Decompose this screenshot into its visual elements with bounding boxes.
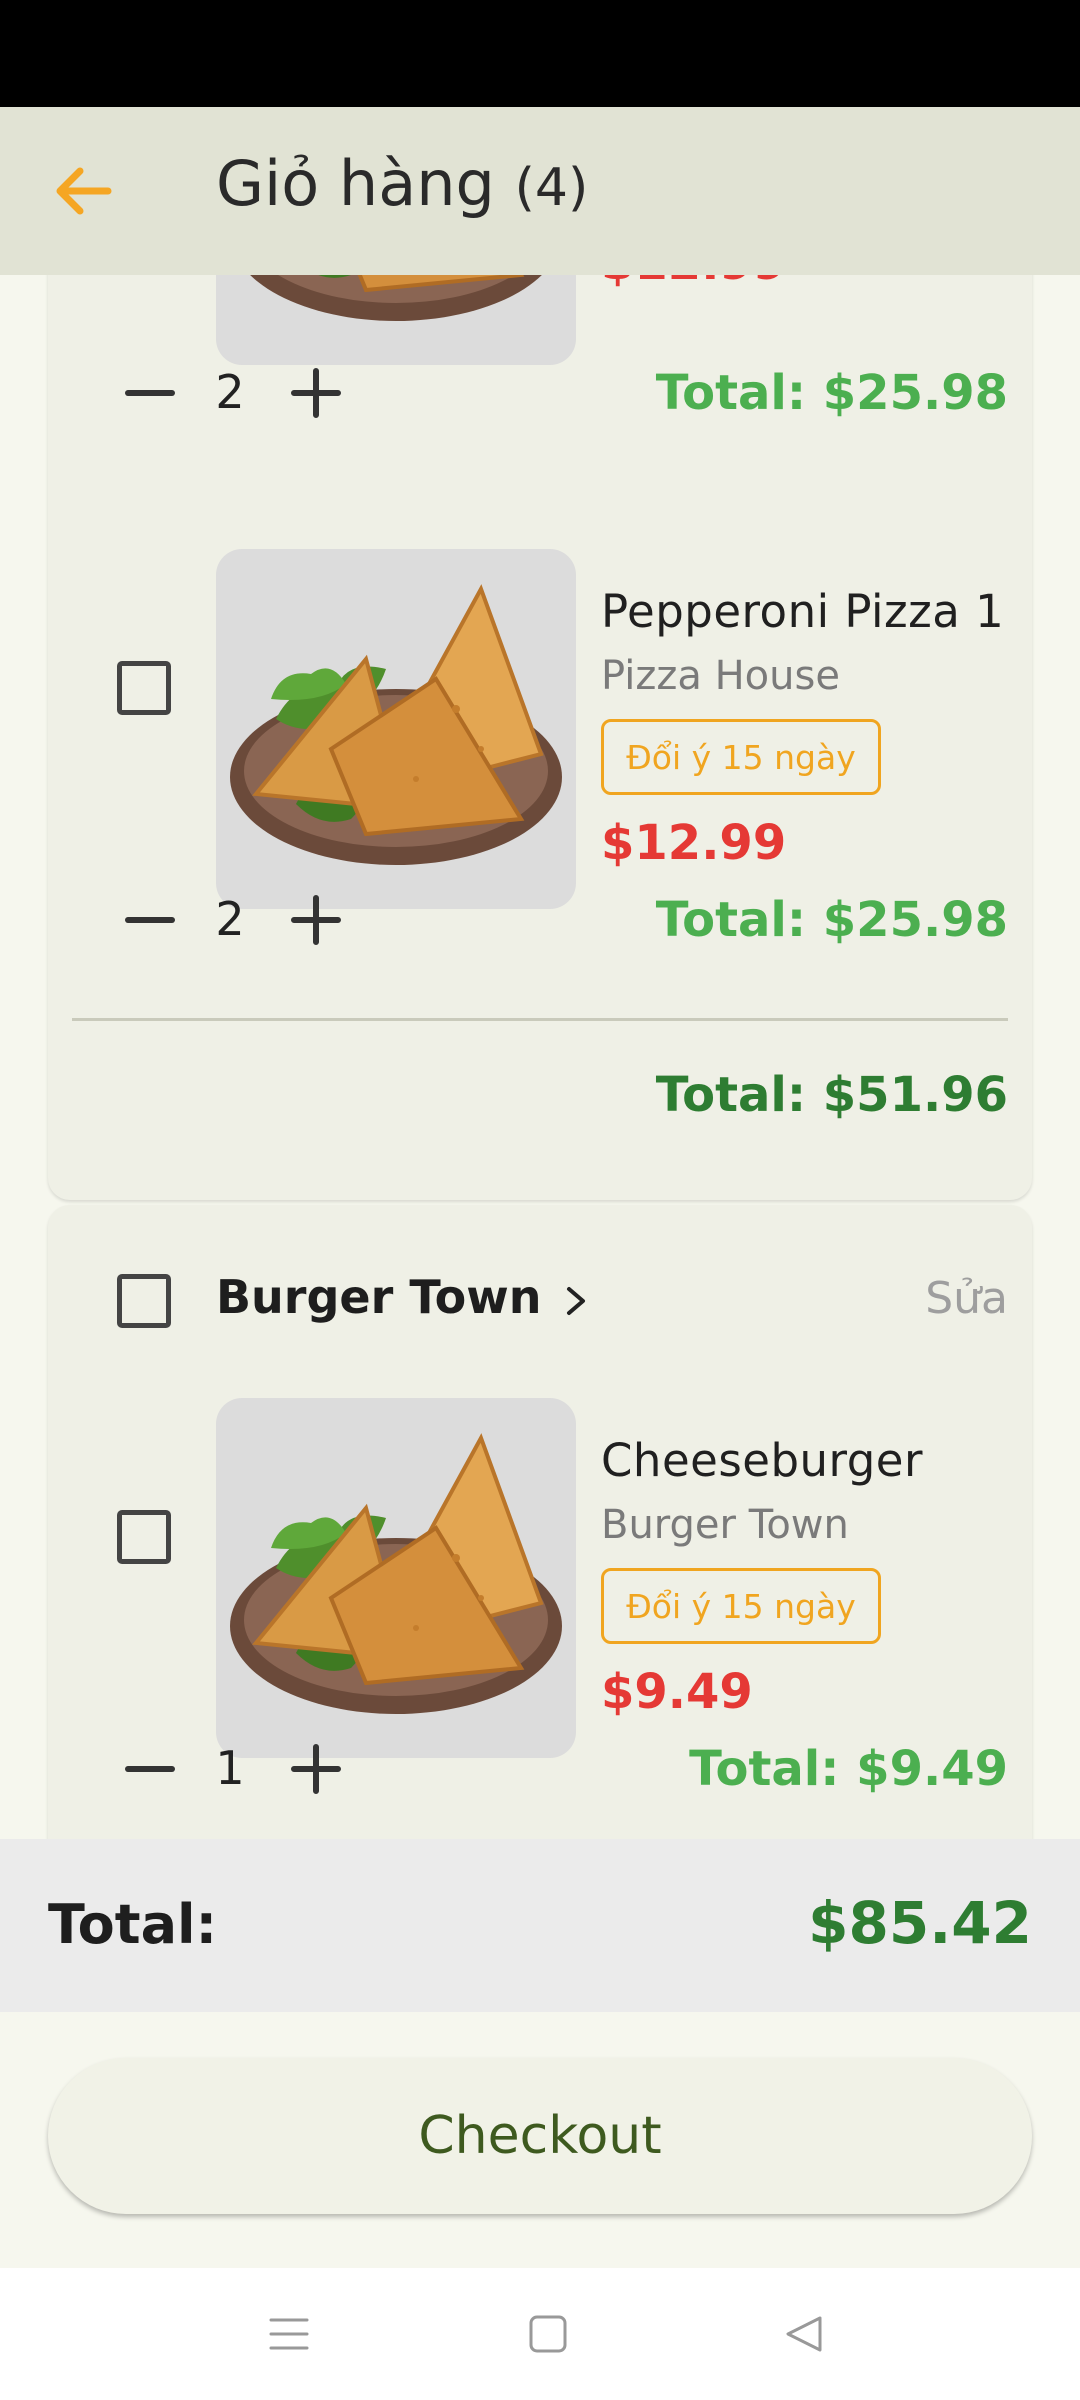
system-nav-bar (0, 2268, 1080, 2400)
line-total: Total: $25.98 (655, 892, 1008, 948)
decrease-quantity-button[interactable] (120, 363, 180, 423)
item-price: $12.99 (601, 275, 786, 291)
increase-quantity-button[interactable] (286, 363, 346, 423)
cart-count: (4) (514, 158, 589, 218)
quantity-value: 1 (215, 1741, 245, 1795)
shop-card: Burger Town Sửa Cheeseburger Burger Town… (48, 1205, 1032, 1839)
grand-total: $85.42 (808, 1889, 1032, 1957)
return-policy-badge: Đổi ý 15 ngày (601, 1568, 881, 1644)
item-name[interactable]: Pepperoni Pizza 1 (601, 585, 1004, 638)
page-title-text: Giỏ hàng (216, 147, 495, 220)
item-name[interactable]: Cheeseburger (601, 1434, 923, 1487)
minus-icon (125, 917, 175, 923)
divider (72, 1018, 1008, 1021)
minus-icon (125, 1766, 175, 1772)
store-link[interactable]: Burger Town (216, 1270, 589, 1324)
decrease-quantity-button[interactable] (120, 1739, 180, 1799)
decrease-quantity-button[interactable] (120, 890, 180, 950)
plus-icon (291, 368, 341, 418)
app-bar: Giỏ hàng (4) (0, 107, 1080, 275)
item-image[interactable] (216, 1398, 576, 1758)
quantity-value: 2 (215, 365, 245, 419)
item-price: $12.99 (601, 815, 787, 871)
plus-icon (291, 1744, 341, 1794)
menu-icon[interactable] (267, 2312, 311, 2356)
edit-button[interactable]: Sửa (925, 1273, 1008, 1324)
back-button[interactable] (40, 151, 130, 231)
item-checkbox[interactable] (117, 661, 171, 715)
chevron-right-icon (567, 1286, 586, 1315)
line-total: Total: $25.98 (655, 365, 1008, 421)
store-checkbox[interactable] (117, 1274, 171, 1328)
return-policy-badge: Đổi ý 15 ngày (601, 719, 881, 795)
triangle-back-icon[interactable] (782, 2312, 826, 2356)
quantity-value: 2 (215, 892, 245, 946)
item-checkbox[interactable] (117, 1510, 171, 1564)
increase-quantity-button[interactable] (286, 890, 346, 950)
shop-card: $12.99 2 Total: $25.98 Pepperoni Pizza 1… (48, 275, 1032, 1200)
summary-label: Total: (48, 1893, 218, 1956)
increase-quantity-button[interactable] (286, 1739, 346, 1799)
cart-list[interactable]: $12.99 2 Total: $25.98 Pepperoni Pizza 1… (0, 275, 1080, 1839)
minus-icon (125, 390, 175, 396)
item-store: Pizza House (601, 653, 840, 699)
item-image[interactable] (216, 275, 576, 365)
shop-total: Total: $51.96 (655, 1067, 1008, 1123)
item-store: Burger Town (601, 1502, 849, 1548)
store-name: Burger Town (216, 1270, 542, 1324)
line-total: Total: $9.49 (689, 1741, 1008, 1797)
square-icon[interactable] (526, 2312, 570, 2356)
checkout-area: Checkout (0, 2012, 1080, 2268)
status-bar (0, 0, 1080, 107)
item-image[interactable] (216, 549, 576, 909)
cart-summary: Total: $85.42 (0, 1839, 1080, 2012)
page-title: Giỏ hàng (4) (216, 147, 588, 220)
checkout-button[interactable]: Checkout (48, 2058, 1032, 2214)
item-price: $9.49 (601, 1664, 753, 1720)
arrow-left-icon (56, 167, 112, 215)
plus-icon (291, 895, 341, 945)
